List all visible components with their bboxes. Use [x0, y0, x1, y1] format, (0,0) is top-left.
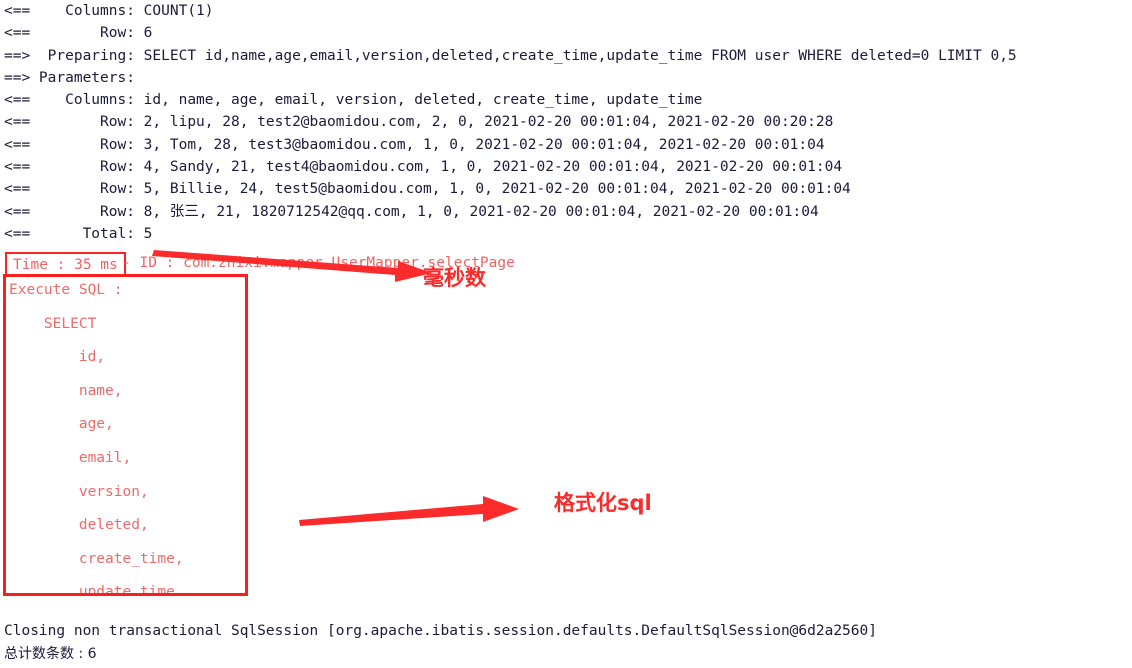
log-line: <== Row: 5, Billie, 24, test5@baomidou.c…	[4, 181, 851, 198]
bottom-log-output: Closing non transactional SqlSession [or…	[0, 620, 1132, 666]
sql-line: update_time	[9, 584, 175, 596]
sql-line: Execute SQL :	[9, 282, 123, 298]
console-log-output: <== Columns: COUNT(1) <== Row: 6 ==> Pre…	[0, 0, 1132, 245]
sql-line: name,	[9, 382, 123, 399]
sql-line: id,	[9, 349, 106, 366]
sql-line: email,	[9, 449, 132, 466]
sql-line: SELECT	[9, 315, 97, 332]
sql-line: version,	[9, 483, 149, 500]
log-line: <== Total: 5	[4, 225, 153, 242]
log-line: <== Columns: COUNT(1)	[4, 3, 214, 19]
log-line: <== Row: 2, lipu, 28, test2@baomidou.com…	[4, 114, 834, 131]
closing-session-line: Closing non transactional SqlSession [or…	[4, 623, 877, 639]
log-line: <== Row: 3, Tom, 28, test3@baomidou.com,…	[4, 136, 825, 153]
execution-time-highlight-box: Time : 35 ms	[5, 252, 126, 276]
execution-time-value: Time : 35 ms	[13, 256, 118, 273]
log-line: <== Row: 6	[4, 25, 153, 42]
total-count-line: 总计数条数 : 6	[4, 646, 97, 662]
log-line: <== Row: 8, 张三, 21, 1820712542@qq.com, 1…	[4, 203, 819, 220]
formatted-sql-highlight-box: Execute SQL : SELECT id, name, age, emai…	[3, 274, 248, 596]
formatted-sql-annotation-label: 格式化sql	[554, 491, 652, 515]
sql-line: deleted,	[9, 517, 149, 534]
sql-line: age,	[9, 416, 114, 433]
milliseconds-annotation-label: 毫秒数	[423, 266, 486, 290]
formatted-sql-text: Execute SQL : SELECT id, name, age, emai…	[6, 277, 245, 596]
log-line: <== Row: 4, Sandy, 21, test4@baomidou.co…	[4, 159, 843, 176]
log-line: <== Columns: id, name, age, email, versi…	[4, 92, 703, 109]
log-line: ==> Parameters:	[4, 69, 144, 86]
formatted-sql-annotation-arrow	[299, 496, 519, 526]
sql-line: create_time,	[9, 550, 184, 567]
log-line: ==> Preparing: SELECT id,name,age,email,…	[4, 47, 1017, 64]
